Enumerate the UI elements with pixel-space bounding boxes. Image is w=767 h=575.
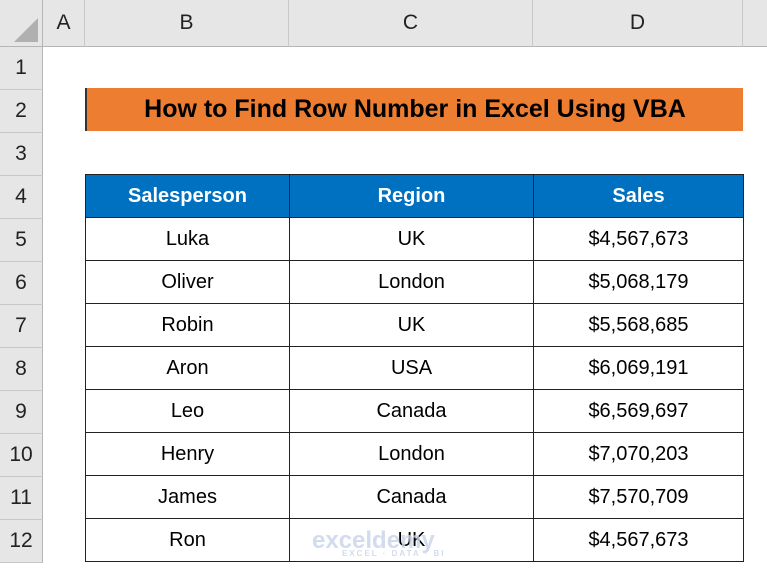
sales-cell[interactable]: $5,068,179 — [533, 260, 744, 304]
column-header-b[interactable]: B — [85, 0, 289, 47]
salesperson-cell[interactable]: Robin — [85, 303, 290, 347]
row-header-2[interactable]: 2 — [0, 90, 43, 133]
region-cell[interactable]: London — [289, 432, 534, 476]
column-header-d[interactable]: D — [533, 0, 743, 47]
sales-cell[interactable]: $7,070,203 — [533, 432, 744, 476]
header-sales[interactable]: Sales — [533, 174, 744, 218]
table-row: James Canada $7,570,709 — [85, 475, 744, 519]
salesperson-cell[interactable]: Luka — [85, 217, 290, 261]
row-header-9[interactable]: 9 — [0, 391, 43, 434]
column-header-e[interactable] — [743, 0, 767, 47]
row-header-12[interactable]: 12 — [0, 520, 43, 563]
row-header-10[interactable]: 10 — [0, 434, 43, 477]
exceldemy-watermark: exceldemy EXCEL · DATA · BI — [312, 527, 446, 558]
row-header-6[interactable]: 6 — [0, 262, 43, 305]
table-row: Leo Canada $6,569,697 — [85, 389, 744, 433]
row-header-7[interactable]: 7 — [0, 305, 43, 348]
salesperson-cell[interactable]: Aron — [85, 346, 290, 390]
sales-cell[interactable]: $6,069,191 — [533, 346, 744, 390]
table-row: Luka UK $4,567,673 — [85, 217, 744, 261]
table-row: Henry London $7,070,203 — [85, 432, 744, 476]
header-salesperson[interactable]: Salesperson — [85, 174, 290, 218]
sheet-title: How to Find Row Number in Excel Using VB… — [85, 88, 743, 131]
sales-cell[interactable]: $6,569,697 — [533, 389, 744, 433]
row-header-11[interactable]: 11 — [0, 477, 43, 520]
region-cell[interactable]: UK — [289, 303, 534, 347]
column-header-a[interactable]: A — [43, 0, 85, 47]
row-header-3[interactable]: 3 — [0, 133, 43, 176]
region-cell[interactable]: London — [289, 260, 534, 304]
select-all-button[interactable] — [0, 0, 43, 47]
salesperson-cell[interactable]: Ron — [85, 518, 290, 562]
salesperson-cell[interactable]: Oliver — [85, 260, 290, 304]
sales-cell[interactable]: $7,570,709 — [533, 475, 744, 519]
region-cell[interactable]: Canada — [289, 475, 534, 519]
column-header-c[interactable]: C — [289, 0, 533, 47]
sales-cell[interactable]: $4,567,673 — [533, 217, 744, 261]
sales-table: Salesperson Region Sales Luka UK $4,567,67… — [85, 174, 744, 562]
salesperson-cell[interactable]: Leo — [85, 389, 290, 433]
table-row: Robin UK $5,568,685 — [85, 303, 744, 347]
salesperson-cell[interactable]: Henry — [85, 432, 290, 476]
row-header-5[interactable]: 5 — [0, 219, 43, 262]
region-cell[interactable]: USA — [289, 346, 534, 390]
region-cell[interactable]: UK — [289, 217, 534, 261]
region-cell[interactable]: Canada — [289, 389, 534, 433]
row-header-8[interactable]: 8 — [0, 348, 43, 391]
table-row: Aron USA $6,069,191 — [85, 346, 744, 390]
header-region[interactable]: Region — [289, 174, 534, 218]
row-header-1[interactable]: 1 — [0, 47, 43, 90]
sales-cell[interactable]: $5,568,685 — [533, 303, 744, 347]
salesperson-cell[interactable]: James — [85, 475, 290, 519]
row-header-4[interactable]: 4 — [0, 176, 43, 219]
sales-cell[interactable]: $4,567,673 — [533, 518, 744, 562]
table-row: Oliver London $5,068,179 — [85, 260, 744, 304]
